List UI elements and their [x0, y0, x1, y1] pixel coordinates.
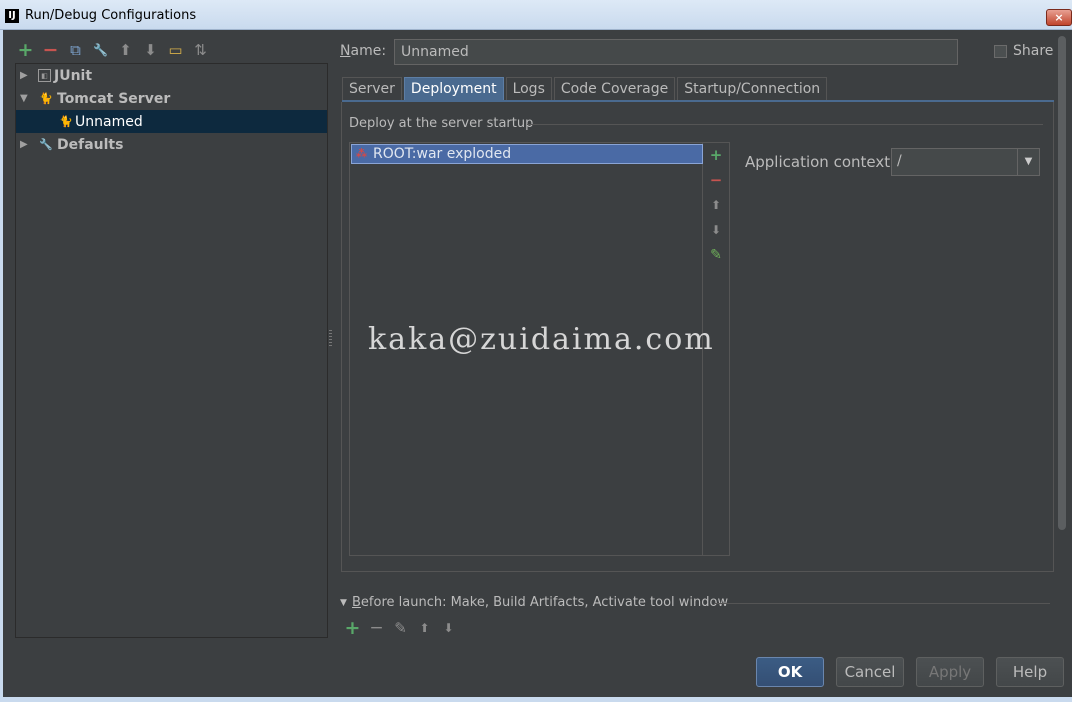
add-task-icon[interactable]: + [344, 619, 361, 638]
move-down-icon[interactable]: ⬇ [142, 41, 159, 59]
collapse-arrow-icon[interactable]: ▼ [340, 598, 347, 608]
add-icon[interactable]: + [17, 40, 34, 59]
name-input[interactable] [394, 39, 958, 65]
expand-arrow-icon[interactable]: ▶ [20, 70, 32, 81]
ok-button[interactable]: OK [756, 657, 824, 687]
folder-icon[interactable]: ▭ [167, 41, 184, 59]
tree-item-defaults[interactable]: ▶ 🔧 Defaults [16, 133, 327, 156]
expand-arrow-icon[interactable]: ▶ [20, 139, 32, 150]
name-label: Name: [340, 43, 387, 59]
move-up-icon[interactable]: ⬆ [117, 41, 134, 59]
junit-icon: ◧ [38, 69, 51, 82]
tab-startup-connection[interactable]: Startup/Connection [677, 77, 828, 101]
tree-item-label: JUnit [54, 67, 93, 84]
artifact-label: ROOT:war exploded [373, 146, 512, 162]
collapse-arrow-icon[interactable]: ▼ [20, 93, 32, 104]
apply-button[interactable]: Apply [916, 657, 984, 687]
section-divider [527, 124, 1043, 125]
tree-item-label: Defaults [57, 136, 124, 153]
copy-icon[interactable]: ⧉ [67, 41, 84, 59]
configurations-tree[interactable]: ▶ ◧ JUnit ▼ 🐈 Tomcat Server 🐈 Unnamed ▶ … [15, 63, 328, 638]
checkbox-icon[interactable] [994, 44, 1007, 58]
tree-item-tomcat-server[interactable]: ▼ 🐈 Tomcat Server [16, 87, 327, 110]
watermark-text: kaka@zuidaima.com [368, 322, 715, 357]
section-divider [714, 603, 1050, 604]
tree-item-label: Unnamed [75, 113, 143, 130]
tab-server[interactable]: Server [342, 77, 402, 101]
artifact-icon: ⁂ [355, 147, 368, 160]
help-button[interactable]: Help [996, 657, 1064, 687]
before-launch-toolbar: + − ✎ ⬆ ⬇ [344, 619, 457, 638]
tree-item-unnamed[interactable]: 🐈 Unnamed [16, 110, 327, 133]
before-launch-label[interactable]: Before launch: Make, Build Artifacts, Ac… [352, 595, 728, 610]
edit-defaults-icon[interactable]: 🔧 [92, 42, 109, 59]
tree-item-label: Tomcat Server [57, 90, 171, 107]
tomcat-icon: 🐈 [59, 115, 73, 128]
move-up-icon[interactable]: ⬆ [707, 196, 725, 214]
application-context-label: Application context: [745, 153, 896, 171]
share-label: Share [1013, 43, 1054, 59]
tab-logs[interactable]: Logs [505, 77, 552, 101]
title-bar: IJ Run/Debug Configurations × [0, 0, 1072, 30]
wrench-icon: 🔧 [39, 138, 53, 151]
edit-pencil-icon[interactable]: ✎ [707, 246, 725, 264]
window-title: Run/Debug Configurations [25, 8, 197, 23]
tomcat-icon: 🐈 [39, 92, 53, 105]
remove-artifact-icon[interactable]: − [707, 171, 725, 189]
intellij-app-icon: IJ [5, 9, 19, 23]
deploy-section-title: Deploy at the server startup [349, 116, 534, 131]
share-checkbox[interactable]: Share [994, 43, 1053, 59]
scrollbar-thumb[interactable] [1058, 36, 1066, 530]
chevron-down-icon[interactable]: ▼ [1017, 149, 1039, 175]
remove-task-icon[interactable]: − [368, 620, 385, 637]
config-tabs: Server Deployment Logs Code Coverage Sta… [342, 77, 829, 101]
remove-icon[interactable]: − [42, 40, 59, 59]
edit-task-icon[interactable]: ✎ [392, 620, 409, 637]
splitter-handle[interactable] [329, 330, 332, 346]
tree-item-junit[interactable]: ▶ ◧ JUnit [16, 64, 327, 87]
tab-deployment[interactable]: Deployment [403, 77, 504, 101]
cancel-button[interactable]: Cancel [836, 657, 904, 687]
application-context-value[interactable]: / [897, 153, 902, 169]
sort-icon[interactable]: ⇅ [192, 41, 209, 59]
move-down-icon[interactable]: ⬇ [440, 620, 457, 637]
move-down-icon[interactable]: ⬇ [707, 221, 725, 239]
move-up-icon[interactable]: ⬆ [416, 620, 433, 637]
list-item[interactable]: ⁂ ROOT:war exploded [351, 144, 703, 164]
tab-code-coverage[interactable]: Code Coverage [553, 77, 676, 101]
application-context-combo[interactable]: / ▼ [891, 148, 1040, 176]
close-window-button[interactable]: × [1046, 9, 1072, 26]
add-artifact-icon[interactable]: + [707, 146, 725, 164]
configurations-toolbar: + − ⧉ 🔧 ⬆ ⬇ ▭ ⇅ [17, 40, 209, 60]
vertical-scrollbar[interactable] [1056, 36, 1068, 530]
